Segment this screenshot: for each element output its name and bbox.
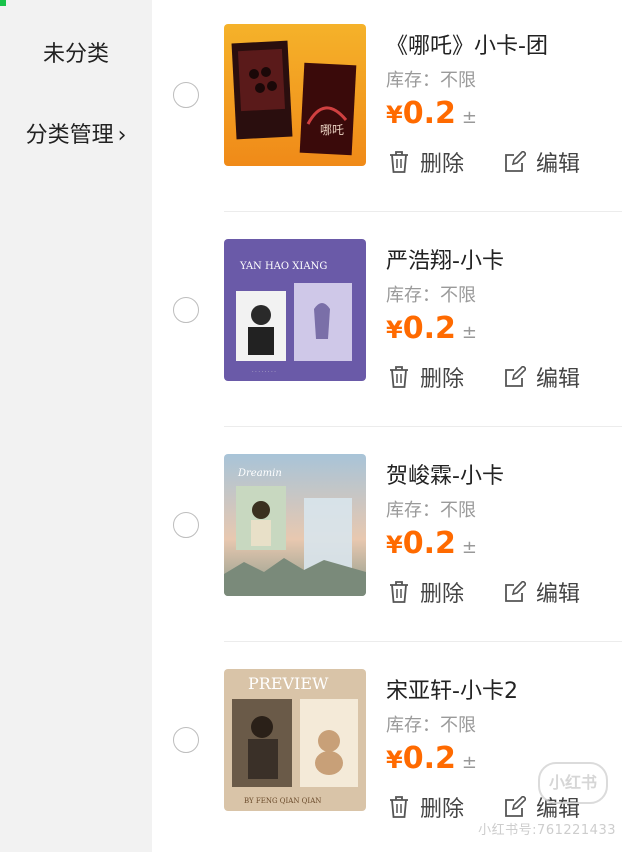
- divider: [224, 426, 622, 427]
- watermark-logo: 小红书: [538, 762, 608, 804]
- delete-button[interactable]: 删除: [388, 361, 464, 393]
- edit-icon: [505, 581, 526, 602]
- product-price: ¥0.2 ±: [386, 96, 477, 131]
- product-name: 《哪吒》小卡-团: [386, 34, 548, 59]
- divider: [224, 641, 622, 642]
- select-radio[interactable]: [173, 727, 199, 753]
- product-thumbnail[interactable]: YAN HAO XIANG · · · · · · · ·: [224, 239, 366, 381]
- delete-button[interactable]: 删除: [388, 146, 464, 178]
- list-item: 哪吒 《哪吒》小卡-团 库存：不限 ¥0.2 ± 删除 编辑: [152, 0, 640, 215]
- sidebar-item-uncategorized[interactable]: 未分类: [0, 36, 152, 68]
- sidebar-item-label: 未分类: [42, 42, 109, 67]
- product-thumbnail[interactable]: 哪吒: [224, 24, 366, 166]
- select-radio[interactable]: [173, 297, 199, 323]
- product-list: 哪吒 《哪吒》小卡-团 库存：不限 ¥0.2 ± 删除 编辑 YAN HAO XI…: [152, 0, 640, 852]
- svg-text:Dreamin: Dreamin: [237, 468, 282, 479]
- edit-button[interactable]: 编辑: [504, 146, 580, 178]
- product-stock: 库存：不限: [386, 500, 476, 521]
- edit-icon: [505, 151, 526, 172]
- trash-icon: [390, 366, 408, 388]
- product-stock: 库存：不限: [386, 715, 476, 736]
- product-name: 严浩翔-小卡: [386, 249, 504, 274]
- list-item: YAN HAO XIANG · · · · · · · · 严浩翔-小卡 库存：…: [152, 215, 640, 430]
- edit-button[interactable]: 编辑: [504, 576, 580, 608]
- product-thumbnail[interactable]: Dreamin: [224, 454, 366, 596]
- edit-icon: [505, 796, 526, 817]
- product-price: ¥0.2 ±: [386, 526, 477, 561]
- product-price: ¥0.2 ±: [386, 311, 477, 346]
- product-stock: 库存：不限: [386, 285, 476, 306]
- chevron-right-icon: ›: [117, 123, 127, 148]
- delete-button[interactable]: 删除: [388, 791, 464, 823]
- svg-text:YAN HAO XIANG: YAN HAO XIANG: [239, 261, 327, 272]
- status-indicator: [0, 0, 6, 6]
- svg-text:PREVIEW: PREVIEW: [248, 674, 329, 693]
- svg-text:BY FENG QIAN QIAN: BY FENG QIAN QIAN: [244, 797, 321, 805]
- svg-text:哪吒: 哪吒: [320, 123, 344, 137]
- trash-icon: [390, 151, 408, 173]
- edit-button[interactable]: 编辑: [504, 361, 580, 393]
- product-stock: 库存：不限: [386, 70, 476, 91]
- select-radio[interactable]: [173, 512, 199, 538]
- list-item: Dreamin 贺峻霖-小卡 库存：不限 ¥0.2 ± 删除 编辑: [152, 430, 640, 645]
- sidebar-item-label: 分类管理: [25, 123, 114, 148]
- watermark-id: 小红书号:761221433: [478, 823, 616, 838]
- category-sidebar: 未分类 分类管理 ›: [0, 0, 152, 852]
- product-thumbnail[interactable]: PREVIEW BY FENG QIAN QIAN: [224, 669, 366, 811]
- product-price: ¥0.2 ±: [386, 741, 477, 776]
- edit-icon: [505, 366, 526, 387]
- trash-icon: [390, 581, 408, 603]
- divider: [224, 211, 622, 212]
- trash-icon: [390, 796, 408, 818]
- product-name: 宋亚轩-小卡2: [386, 679, 518, 704]
- delete-button[interactable]: 删除: [388, 576, 464, 608]
- svg-text:· · · · · · · ·: · · · · · · · ·: [252, 369, 276, 375]
- product-name: 贺峻霖-小卡: [386, 464, 504, 489]
- sidebar-item-category-management[interactable]: 分类管理 ›: [0, 117, 152, 149]
- select-radio[interactable]: [173, 82, 199, 108]
